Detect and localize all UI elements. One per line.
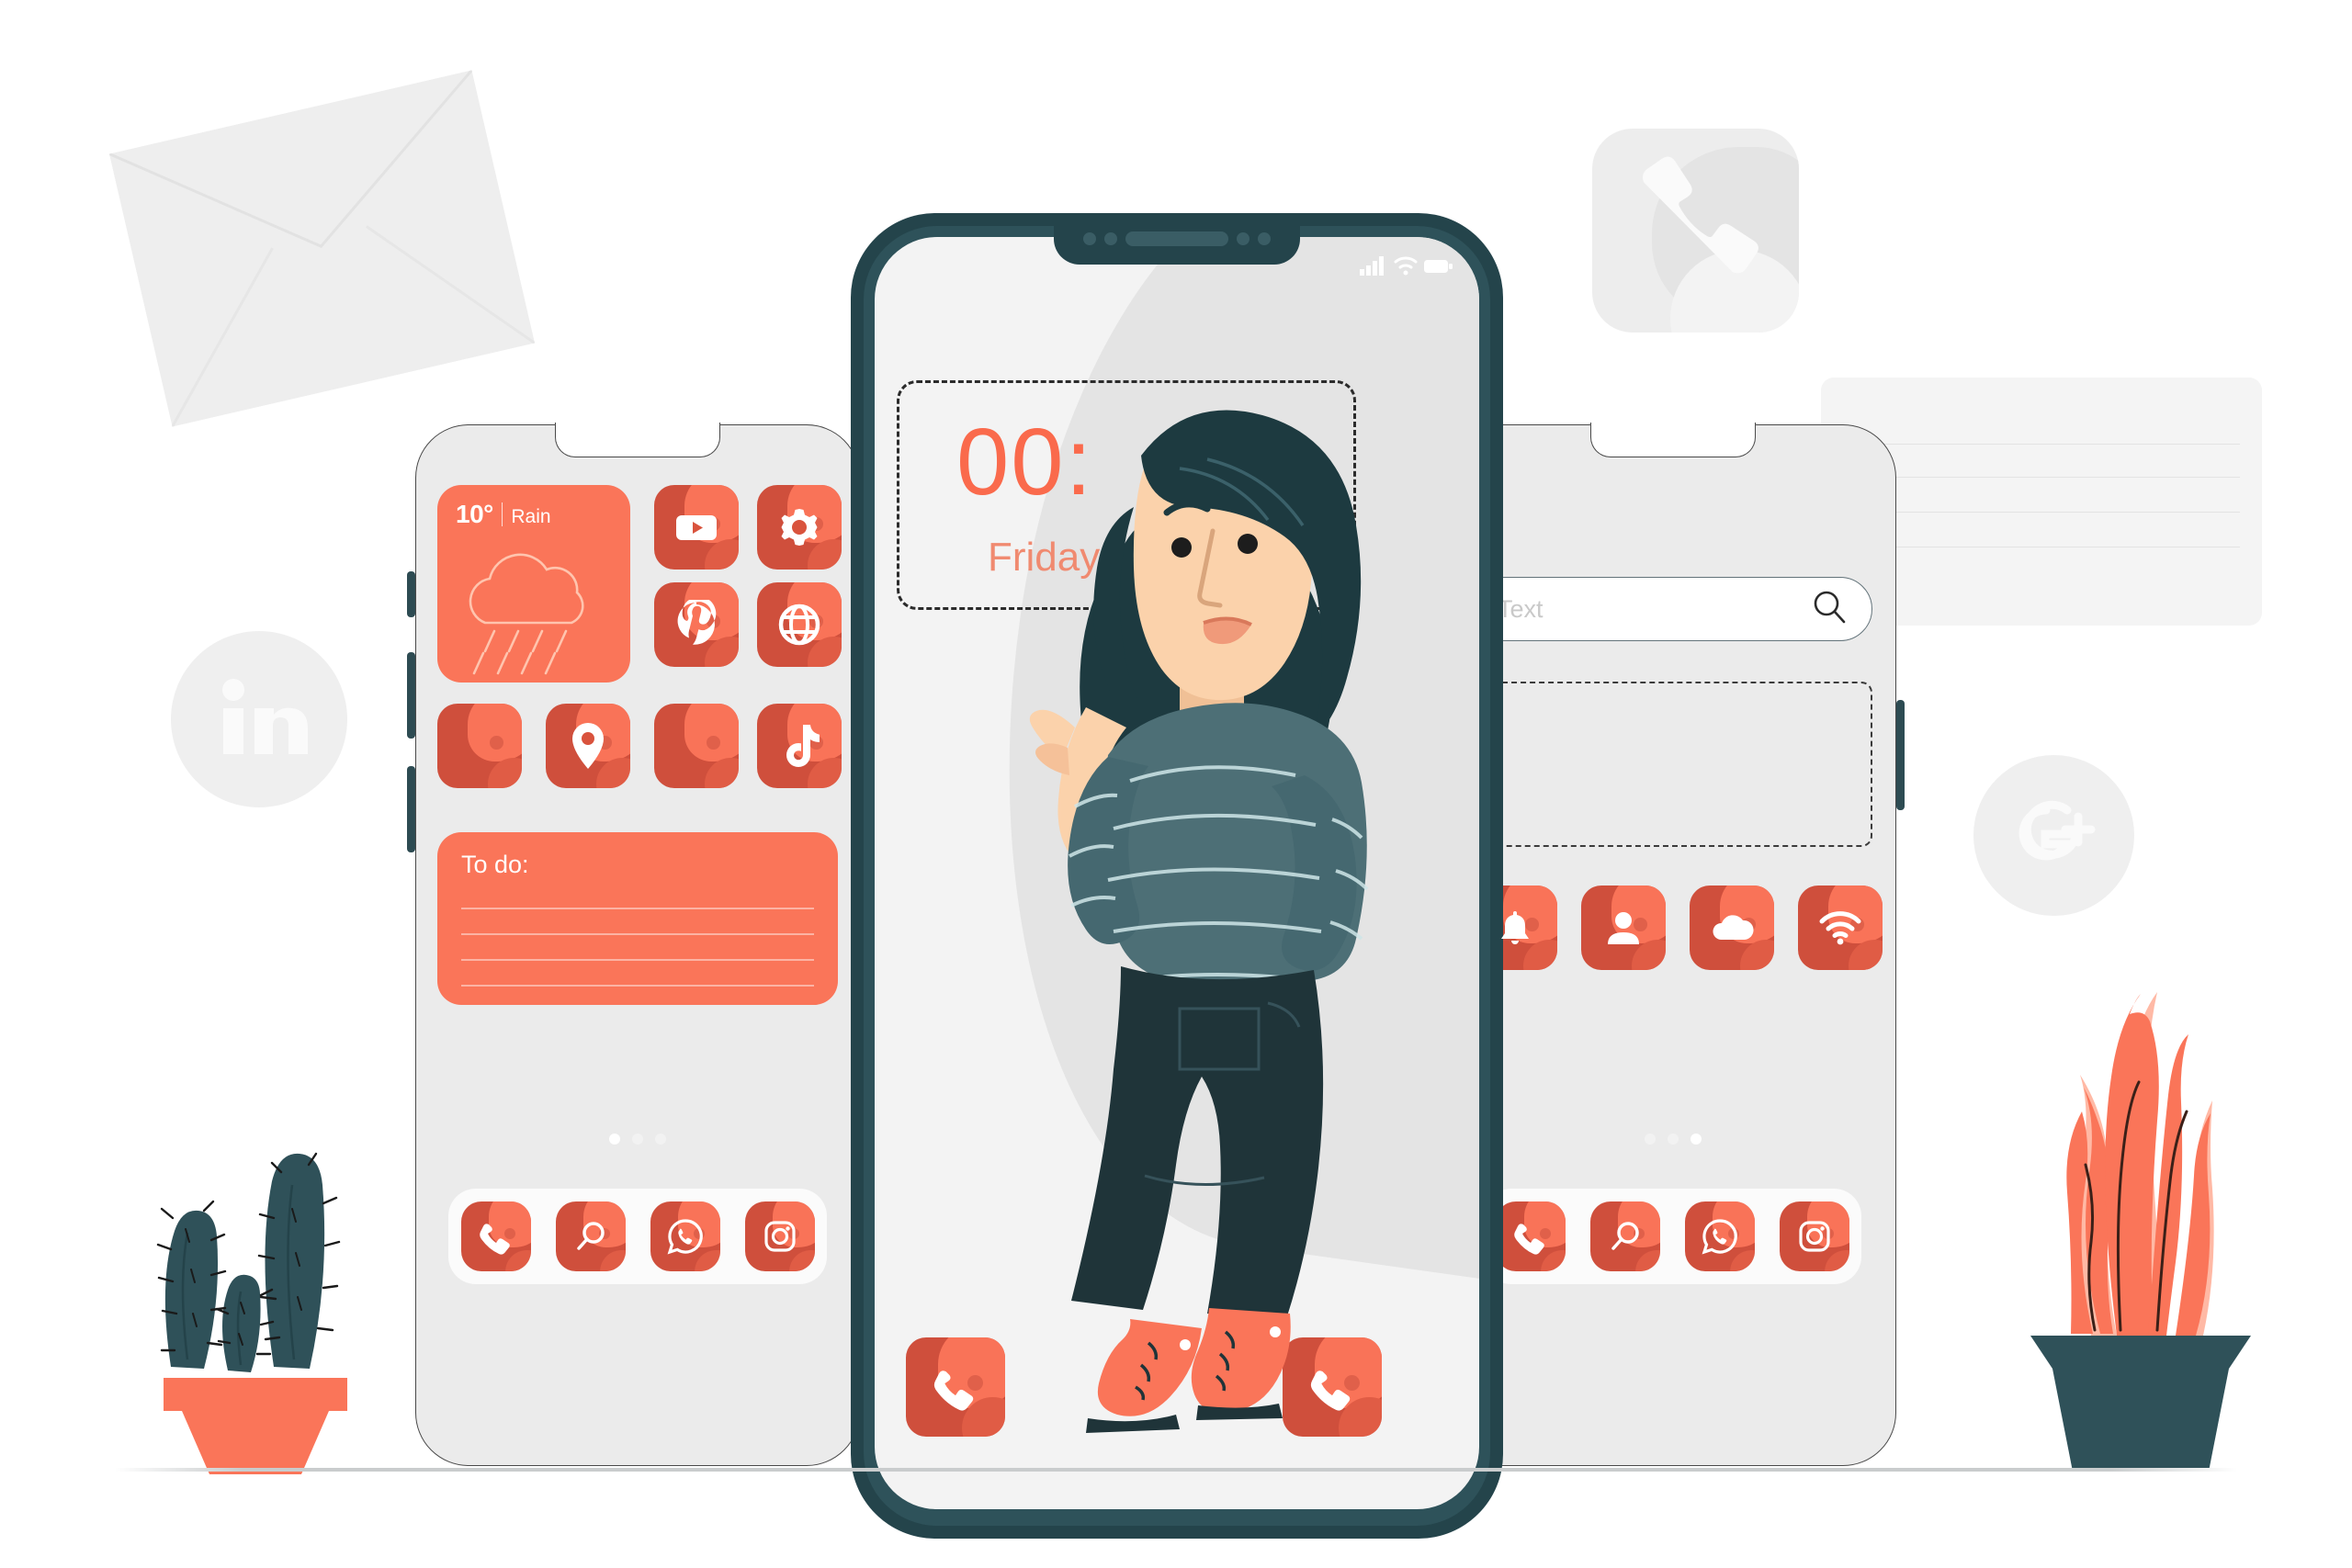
divider: [501, 502, 503, 526]
weather-widget[interactable]: 10° Rain: [437, 485, 630, 682]
app-icon-settings[interactable]: [757, 485, 842, 570]
envelope-icon: [108, 69, 536, 428]
phone-right-notch: [1589, 423, 1756, 457]
rain-cloud-icon: [469, 553, 584, 675]
instagram-icon: [1780, 1201, 1849, 1271]
page-indicator-left[interactable]: [609, 1134, 666, 1145]
snake-plant: [2003, 935, 2278, 1472]
dock-icon-whatsapp[interactable]: [650, 1201, 720, 1271]
pinterest-icon: [654, 582, 739, 667]
phone-icon: [461, 1201, 531, 1271]
phone-app-icon: [1592, 129, 1799, 333]
app-icon-youtube[interactable]: [654, 485, 739, 570]
todo-widget[interactable]: To do:: [437, 832, 838, 1005]
phone-right[interactable]: Text: [1419, 423, 1905, 1466]
page-dot[interactable]: [655, 1134, 666, 1145]
app-icon-pinterest[interactable]: [654, 582, 739, 667]
youtube-icon: [654, 485, 739, 570]
signal-bars-icon: [1360, 256, 1384, 276]
dock-right: [1484, 1189, 1861, 1284]
tiktok-icon: [757, 704, 842, 788]
phone-icon: [1496, 1201, 1566, 1271]
weather-condition: Rain: [511, 506, 551, 527]
page-dot[interactable]: [632, 1134, 643, 1145]
app-icon-maps[interactable]: [546, 704, 630, 788]
search-icon[interactable]: [1809, 588, 1848, 631]
instagram-icon: [745, 1201, 815, 1271]
dock-left: [448, 1189, 827, 1284]
cloud-icon: [1690, 886, 1774, 970]
app-icon-contacts[interactable]: [1581, 886, 1666, 970]
settings-gear-icon: [757, 485, 842, 570]
sensor-dot: [1083, 232, 1096, 245]
phone-left[interactable]: 10° Rain To do:: [407, 423, 860, 1466]
whatsapp-icon: [1685, 1201, 1755, 1271]
page-dot[interactable]: [1667, 1134, 1679, 1145]
dock-icon-search[interactable]: [555, 1201, 626, 1271]
app-icon-blank-1[interactable]: [437, 704, 522, 788]
dock-icon-instagram[interactable]: [744, 1201, 815, 1271]
volume-up-button[interactable]: [407, 652, 415, 739]
power-button[interactable]: [1896, 700, 1905, 810]
todo-title: To do:: [461, 851, 529, 878]
content-placeholder[interactable]: [1473, 682, 1872, 847]
app-icon-blank-2[interactable]: [654, 704, 739, 788]
camera-dot: [1237, 232, 1250, 245]
dock-icon-whatsapp[interactable]: [1684, 1201, 1755, 1271]
app-icon-notifications[interactable]: [1473, 886, 1557, 970]
battery-icon: [1424, 260, 1453, 273]
phone-left-notch: [555, 423, 720, 457]
sensor-dot: [1258, 232, 1271, 245]
dock-icon-phone[interactable]: [1496, 1201, 1566, 1271]
search-icon: [1590, 1201, 1660, 1271]
app-icon-wifi[interactable]: [1798, 886, 1883, 970]
weather-temperature: 10°: [456, 500, 493, 528]
woman-pointing: [904, 360, 1474, 1495]
page-dot[interactable]: [1690, 1134, 1702, 1145]
wifi-icon: [1798, 886, 1883, 970]
page-indicator-right[interactable]: [1644, 1134, 1702, 1145]
whatsapp-icon: [650, 1201, 720, 1271]
app-icon-cloud[interactable]: [1690, 886, 1774, 970]
google-plus-icon: [1973, 755, 2134, 916]
search-bar[interactable]: Text: [1473, 577, 1872, 641]
dock-icon-phone[interactable]: [460, 1201, 531, 1271]
status-bar: [1360, 255, 1453, 276]
bell-notification-icon: [1473, 886, 1557, 970]
phone-notch: [1054, 213, 1300, 265]
earpiece-speaker: [1125, 231, 1228, 246]
dock-icon-instagram[interactable]: [1779, 1201, 1849, 1271]
page-dot[interactable]: [609, 1134, 620, 1145]
app-icon-browser[interactable]: [757, 582, 842, 667]
page-dot[interactable]: [1644, 1134, 1656, 1145]
linkedin-icon: [171, 631, 347, 807]
app-icon-tiktok[interactable]: [757, 704, 842, 788]
dock-icon-search[interactable]: [1590, 1201, 1661, 1271]
search-input[interactable]: Text: [1498, 595, 1809, 624]
contact-person-icon: [1581, 886, 1666, 970]
illustration-canvas: 10° Rain To do: Text 00: Friday: [0, 0, 2352, 1568]
globe-browser-icon: [757, 582, 842, 667]
wifi-icon: [1394, 256, 1418, 276]
volume-down-button[interactable]: [407, 766, 415, 852]
search-icon: [556, 1201, 626, 1271]
cactus-plant: [119, 1130, 386, 1474]
sensor-dot: [1104, 232, 1117, 245]
map-pin-icon: [546, 704, 630, 788]
silent-switch[interactable]: [407, 571, 415, 617]
